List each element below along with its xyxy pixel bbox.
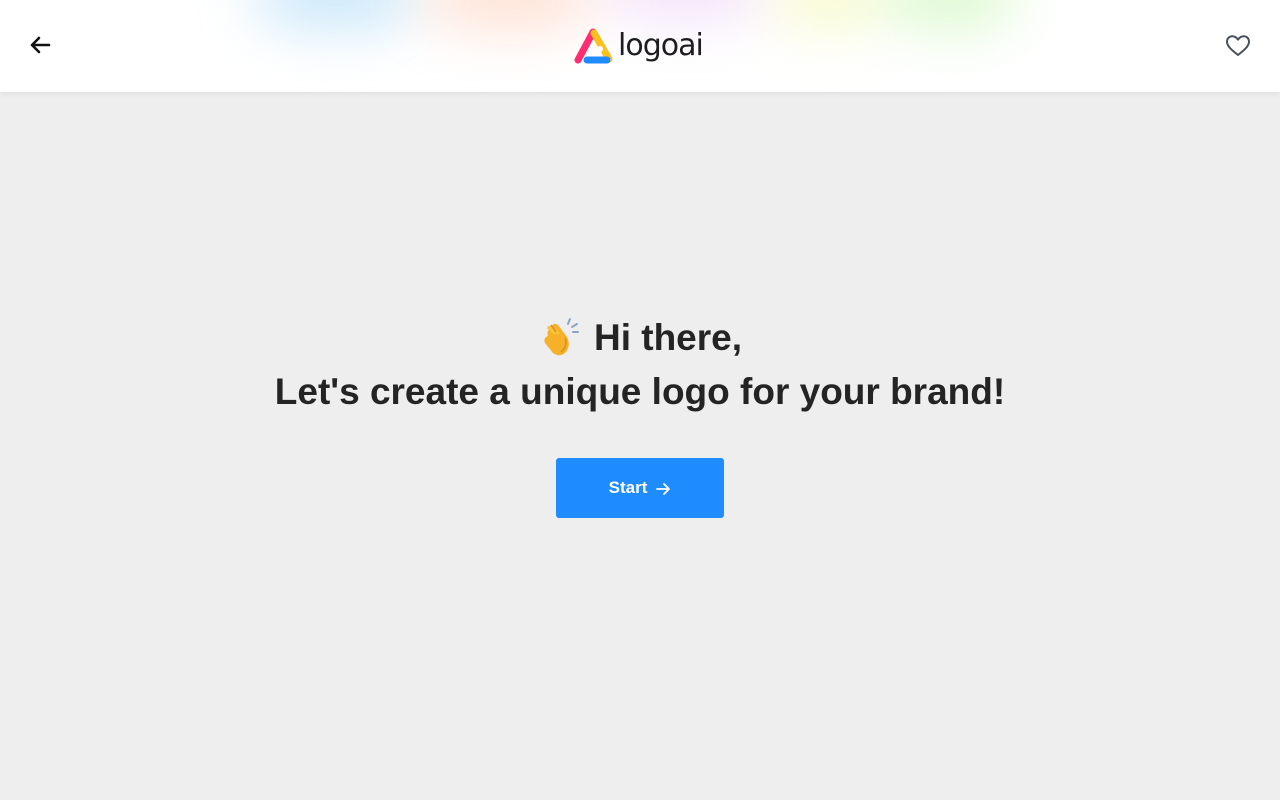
start-button-label: Start [608,478,648,497]
logo-text: logoai [618,28,704,63]
page-headline: Let's create a unique logo for your bran… [274,371,1006,412]
heart-outline-icon [1226,35,1250,56]
welcome-hero: Hi there, Let's create a unique logo for… [0,312,1280,418]
header-glow [250,0,420,30]
logoai-logo[interactable]: logoai [574,24,704,68]
header-glow [600,0,770,20]
greeting-text: Hi there, [593,317,743,358]
greeting-line: Hi there, [0,312,1280,364]
arrow-right-icon [655,482,671,496]
header-glow [420,0,600,30]
header-glow [880,0,1020,30]
start-button[interactable]: Start [556,458,724,518]
back-button[interactable] [26,32,54,58]
favorites-button[interactable] [1224,33,1252,59]
clapping-hands-icon [544,318,579,356]
top-header: logoai [0,0,1280,92]
header-glow [770,0,890,30]
arrow-left-icon [30,36,51,54]
logo-mark-icon [574,28,613,64]
